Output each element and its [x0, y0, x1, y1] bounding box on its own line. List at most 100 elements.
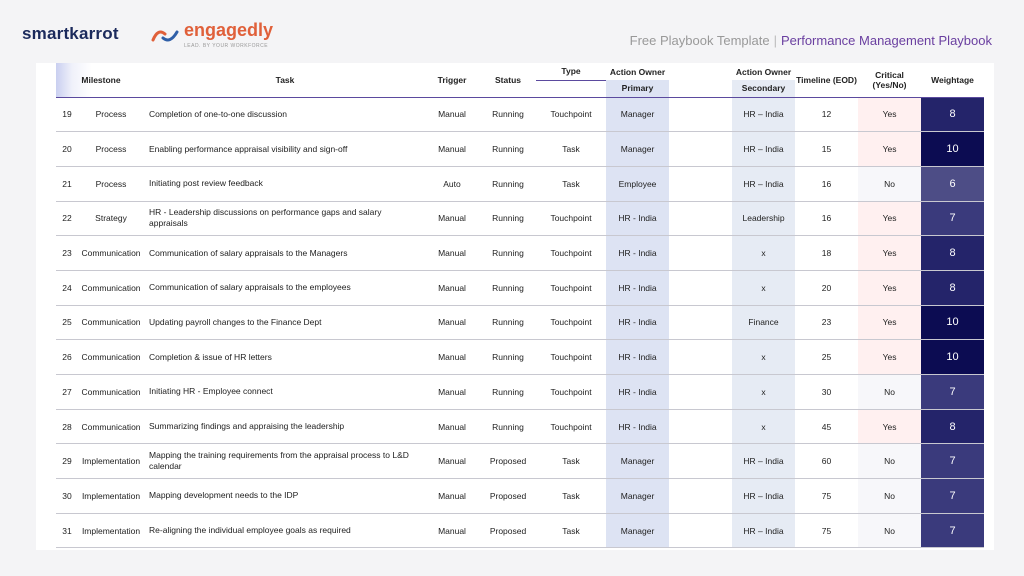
timeline-cell: 16 — [795, 166, 859, 202]
task-cell: HR - Leadership discussions on performan… — [146, 201, 425, 237]
primary-owner-cell: HR - India — [606, 305, 670, 341]
trigger-cell: Manual — [424, 201, 481, 237]
status-cell: Running — [480, 201, 537, 237]
row-number: 26 — [56, 339, 76, 375]
playbook-table: Milestone Task Trigger Status Type Actio… — [56, 63, 985, 549]
status-cell: Running — [480, 131, 537, 167]
weightage-cell: 8 — [921, 235, 985, 271]
task-cell: Initiating post review feedback — [146, 166, 425, 202]
task-cell: Mapping development needs to the IDP — [146, 478, 425, 514]
row-number: 29 — [56, 443, 76, 480]
spacer-cell — [669, 443, 733, 480]
trigger-cell: Manual — [424, 305, 481, 341]
primary-owner-cell: HR - India — [606, 374, 670, 410]
table-header: Milestone Task Trigger Status Type Actio… — [56, 63, 985, 98]
milestone-cell: Process — [76, 166, 147, 202]
secondary-owner-cell: Leadership — [732, 201, 796, 237]
header-task: Task — [146, 63, 425, 98]
type-cell: Task — [536, 513, 607, 549]
weightage-cell: 7 — [921, 374, 985, 410]
secondary-owner-cell: x — [732, 270, 796, 306]
header-status: Status — [480, 63, 537, 98]
type-cell: Touchpoint — [536, 409, 607, 445]
timeline-cell: 12 — [795, 97, 859, 133]
milestone-cell: Communication — [76, 409, 147, 445]
trigger-cell: Manual — [424, 270, 481, 306]
critical-cell: Yes — [858, 270, 922, 306]
trigger-cell: Manual — [424, 235, 481, 271]
type-cell: Task — [536, 131, 607, 167]
secondary-owner-cell: x — [732, 409, 796, 445]
row-number: 23 — [56, 235, 76, 271]
trigger-cell: Manual — [424, 131, 481, 167]
critical-cell: No — [858, 478, 922, 514]
title-prefix: Free Playbook Template — [629, 33, 770, 48]
critical-cell: Yes — [858, 201, 922, 237]
primary-owner-cell: Manager — [606, 97, 670, 133]
milestone-cell: Communication — [76, 339, 147, 375]
critical-cell: No — [858, 443, 922, 480]
spacer-cell — [669, 305, 733, 341]
timeline-cell: 20 — [795, 270, 859, 306]
title-separator: | — [773, 33, 777, 48]
header-critical: Critical (Yes/No) — [858, 63, 922, 98]
critical-cell: Yes — [858, 97, 922, 133]
task-cell: Re-aligning the individual employee goal… — [146, 513, 425, 549]
header-action-owner-primary-group: Action Owner — [609, 66, 666, 77]
row-number: 19 — [56, 97, 76, 133]
table-row: 20 Process Enabling performance appraisal … — [56, 131, 985, 167]
table-row: 31 Implementation Re-aligning the individu… — [56, 513, 985, 549]
critical-cell: No — [858, 374, 922, 410]
secondary-owner-cell: x — [732, 374, 796, 410]
task-cell: Communication of salary appraisals to th… — [146, 270, 425, 306]
timeline-cell: 45 — [795, 409, 859, 445]
title-main: Performance Management Playbook — [780, 33, 992, 48]
timeline-cell: 75 — [795, 513, 859, 549]
row-number: 28 — [56, 409, 76, 445]
spacer-cell — [669, 513, 733, 549]
table-row: 26 Communication Completion & issue of HR … — [56, 339, 985, 375]
row-number: 20 — [56, 131, 76, 167]
timeline-cell: 18 — [795, 235, 859, 271]
task-cell: Communication of salary appraisals to th… — [146, 235, 425, 271]
row-number: 25 — [56, 305, 76, 341]
smartkarrot-logo: smartkarrot — [22, 24, 119, 43]
primary-owner-cell: Manager — [606, 513, 670, 549]
timeline-cell: 23 — [795, 305, 859, 341]
weightage-cell: 7 — [921, 443, 985, 480]
table-row: 25 Communication Updating payroll changes … — [56, 305, 985, 341]
table-row: 22 Strategy HR - Leadership discussions on… — [56, 201, 985, 237]
engagedly-mark-icon — [151, 30, 179, 42]
spacer-cell — [669, 235, 733, 271]
critical-cell: Yes — [858, 305, 922, 341]
type-cell: Touchpoint — [536, 305, 607, 341]
status-cell: Running — [480, 305, 537, 341]
spacer-cell — [669, 409, 733, 445]
status-cell: Running — [480, 409, 537, 445]
primary-owner-cell: HR - India — [606, 409, 670, 445]
task-cell: Mapping the training requirements from t… — [146, 443, 425, 480]
secondary-owner-cell: Finance — [732, 305, 796, 341]
weightage-cell: 7 — [921, 201, 985, 237]
primary-owner-cell: Manager — [606, 443, 670, 480]
primary-owner-cell: Manager — [606, 131, 670, 167]
type-cell: Touchpoint — [536, 339, 607, 375]
weightage-cell: 8 — [921, 409, 985, 445]
spacer-cell — [669, 166, 733, 202]
milestone-cell: Communication — [76, 270, 147, 306]
header-timeline: Timeline (EOD) — [795, 63, 859, 98]
header-action-owner-secondary-group: Action Owner — [735, 66, 792, 77]
spacer-cell — [669, 478, 733, 514]
task-cell: Enabling performance appraisal visibilit… — [146, 131, 425, 167]
row-number: 27 — [56, 374, 76, 410]
status-cell: Running — [480, 339, 537, 375]
trigger-cell: Manual — [424, 374, 481, 410]
table-row: 19 Process Completion of one-to-one discus… — [56, 97, 985, 133]
milestone-cell: Implementation — [76, 478, 147, 514]
weightage-cell: 10 — [921, 131, 985, 167]
engagedly-logo: engagedly LEAD. BY YOUR WORKFORCE — [150, 20, 273, 50]
secondary-owner-cell: x — [732, 235, 796, 271]
task-cell: Completion & issue of HR letters — [146, 339, 425, 375]
type-cell: Touchpoint — [536, 97, 607, 133]
milestone-cell: Implementation — [76, 513, 147, 549]
